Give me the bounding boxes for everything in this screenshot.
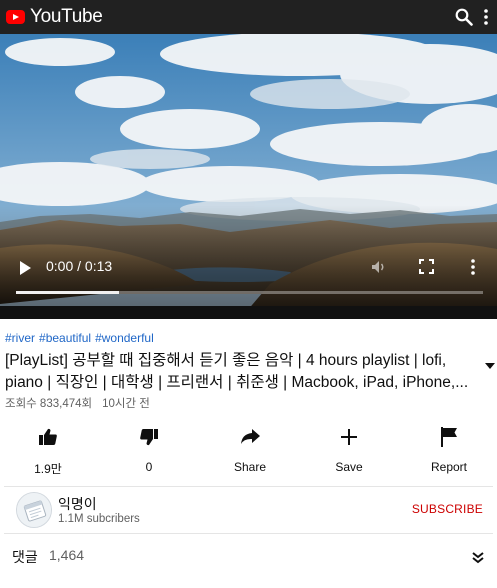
progress-bar[interactable] <box>16 291 483 294</box>
save-label: Save <box>335 460 363 474</box>
volume-icon[interactable] <box>370 258 388 280</box>
flag-icon <box>414 424 484 450</box>
share-icon <box>215 424 285 450</box>
view-count: 조회수 833,474회 <box>5 398 93 410</box>
youtube-logo[interactable]: YouTube <box>6 6 103 28</box>
thumbs-up-icon <box>13 424 83 450</box>
divider <box>4 533 493 534</box>
play-icon[interactable] <box>18 260 32 276</box>
subscribe-button[interactable]: SUBSCRIBE <box>412 502 483 516</box>
video-title[interactable]: [PlayList] 공부할 때 집중해서 듣기 좋은 음악 | 4 hours… <box>5 350 470 394</box>
youtube-logo-icon <box>6 10 25 24</box>
action-bar: 1.9만 0 Share Save Report <box>0 424 497 480</box>
upload-time: 10시간 전 <box>102 398 150 410</box>
app-name: YouTube <box>30 6 103 27</box>
dislike-count: 0 <box>145 460 153 474</box>
comments-count: 1,464 <box>49 547 85 563</box>
thumbs-down-icon <box>114 424 184 450</box>
more-vert-icon[interactable] <box>483 8 489 26</box>
save-button[interactable]: Save <box>314 424 384 474</box>
progress-fill <box>16 291 119 294</box>
avatar-image <box>17 493 51 527</box>
expand-description-icon[interactable] <box>485 354 495 373</box>
hashtag-link[interactable]: #wonderful <box>95 331 154 345</box>
hashtag-link[interactable]: #river <box>5 331 35 345</box>
video-meta: 조회수 833,474회 10시간 전 <box>5 395 150 411</box>
video-player[interactable]: 0:00 / 0:13 <box>0 34 497 319</box>
share-label: Share <box>233 460 267 474</box>
channel-name[interactable]: 익명이 <box>58 494 97 514</box>
double-chevron-down-icon[interactable] <box>472 549 484 568</box>
search-icon[interactable] <box>455 8 473 26</box>
video-title-line: [PlayList] 공부할 때 집중해서 듣기 좋은 음악 | 4 hours… <box>5 352 447 369</box>
hashtags: #river #beautiful #wonderful <box>5 331 158 345</box>
video-title-line: piano | 직장인 | 대학생 | 프리랜서 | 취준생 | Macbook… <box>5 374 469 391</box>
time-display: 0:00 / 0:13 <box>46 258 113 274</box>
share-button[interactable]: Share <box>215 424 285 474</box>
player-more-vert-icon[interactable] <box>470 258 476 280</box>
channel-avatar[interactable] <box>16 492 52 528</box>
report-button[interactable]: Report <box>414 424 484 474</box>
subscriber-count: 1.1M subcribers <box>58 513 140 525</box>
add-icon <box>314 424 384 450</box>
like-button[interactable]: 1.9만 <box>13 424 83 477</box>
dislike-button[interactable]: 0 <box>114 424 184 474</box>
divider <box>4 486 493 487</box>
fullscreen-icon[interactable] <box>419 259 434 278</box>
comments-label[interactable]: 댓글 <box>12 547 38 567</box>
report-label: Report <box>430 460 468 474</box>
hashtag-link[interactable]: #beautiful <box>39 331 91 345</box>
like-count: 1.9만 <box>34 462 62 476</box>
top-bar: YouTube <box>0 0 497 34</box>
